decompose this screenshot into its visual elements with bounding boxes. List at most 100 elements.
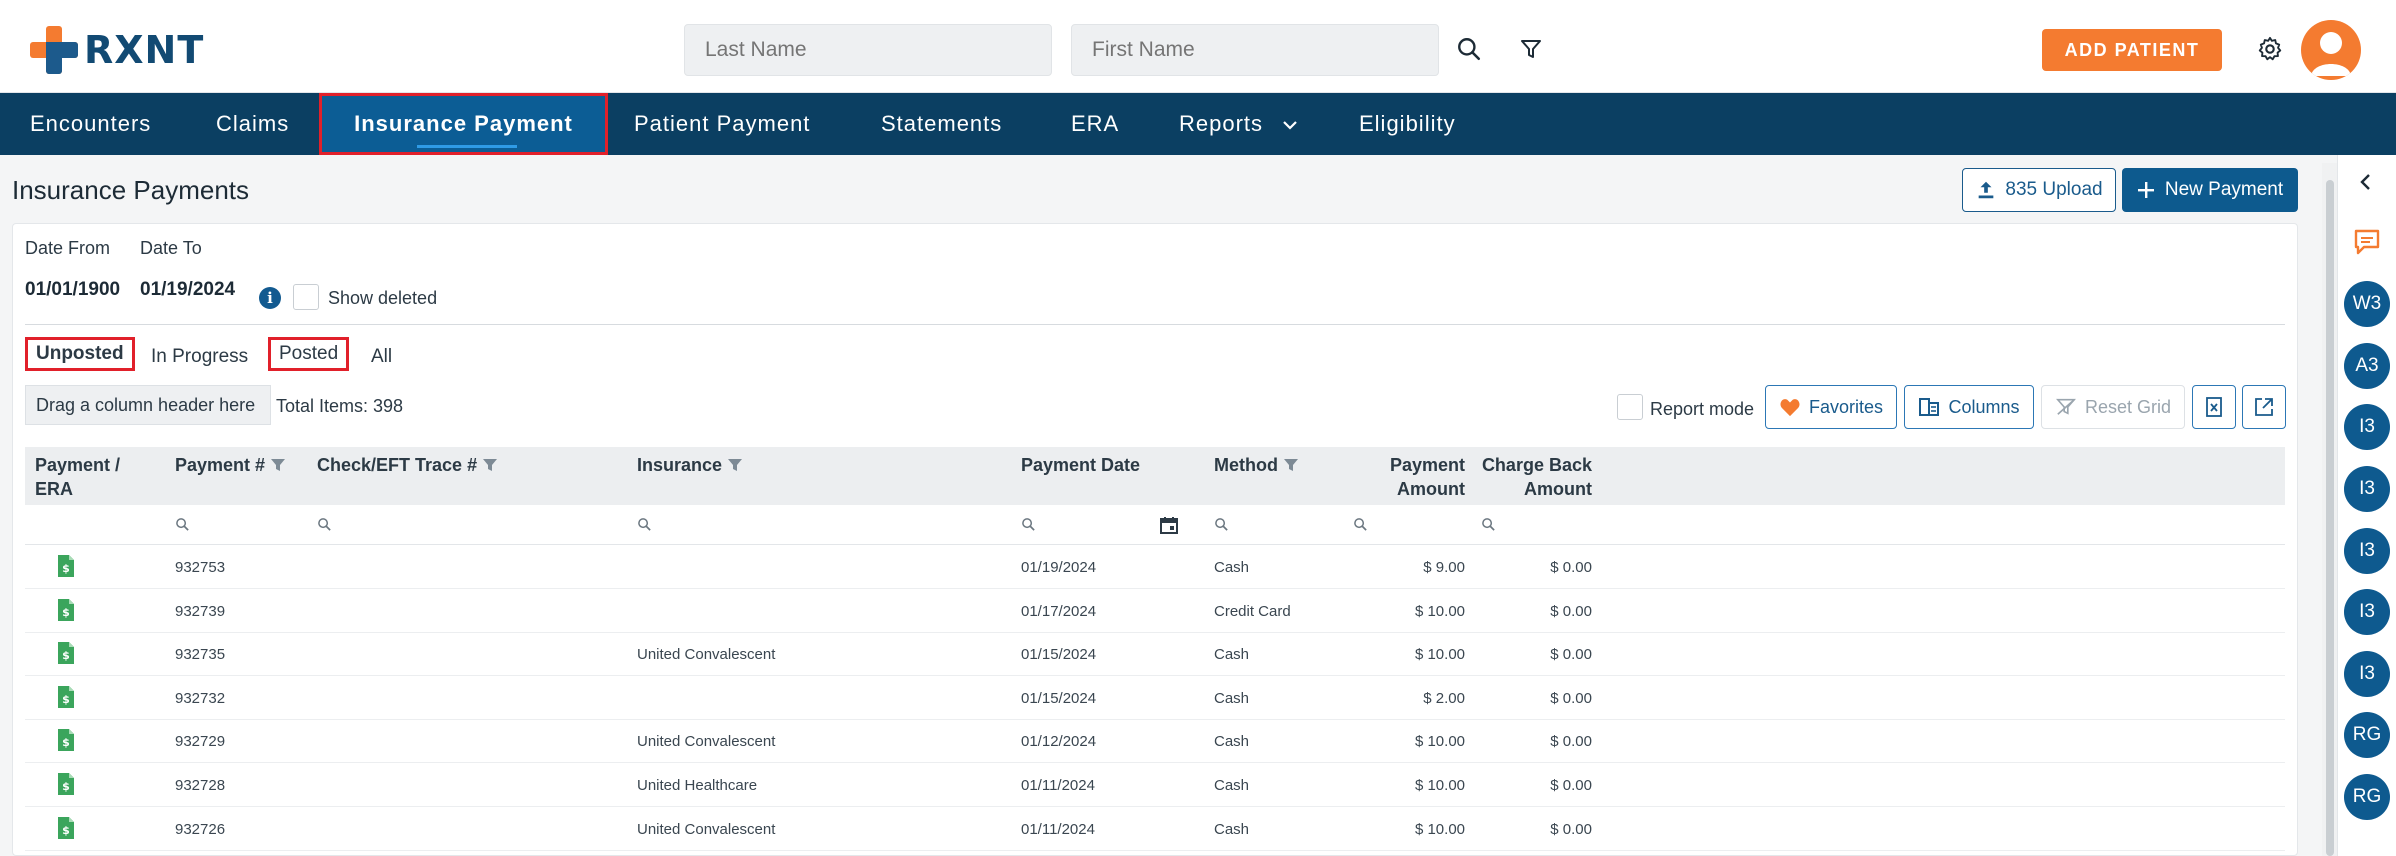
search-icon[interactable] — [1353, 517, 1368, 532]
column-filter-icon[interactable] — [270, 457, 286, 473]
col-check-eft[interactable]: Check/EFT Trace # — [317, 453, 498, 477]
search-icon[interactable] — [1214, 517, 1229, 532]
col-payment-no[interactable]: Payment # — [175, 453, 286, 477]
payment-document-icon[interactable]: $ — [57, 728, 75, 752]
info-icon[interactable]: i — [259, 287, 281, 309]
payment-date: 01/12/2024 — [1021, 733, 1097, 751]
user-session-bubble[interactable]: I3 — [2344, 528, 2390, 574]
table-row[interactable]: $932728 United Healthcare 01/11/2024 Cash $ … — [25, 764, 2285, 807]
nav-statements[interactable]: Statements — [881, 93, 1002, 155]
payment-document-icon[interactable]: $ — [57, 772, 75, 796]
search-icon[interactable] — [175, 517, 190, 532]
col-payment-date[interactable]: Payment Date — [1021, 453, 1140, 477]
table-row[interactable]: $932732 01/15/2024 Cash $ 2.00 $ 0.00 — [25, 677, 2285, 720]
charge-back-amount: $ 0.00 — [1550, 602, 1592, 620]
scrollbar-thumb[interactable] — [2326, 180, 2334, 856]
svg-text:$: $ — [62, 693, 70, 706]
payment-document-icon[interactable]: $ — [57, 816, 75, 840]
insurance-name: United Healthcare — [637, 777, 758, 794]
table-row[interactable]: $932729 United Convalescent 01/12/2024 Cash… — [25, 720, 2285, 764]
user-session-bubble[interactable]: I3 — [2344, 589, 2390, 635]
reset-grid-button[interactable]: Reset Grid — [2041, 385, 2185, 429]
report-mode-checkbox[interactable] — [1617, 394, 1643, 420]
group-drop-zone[interactable]: Drag a column header here — [25, 385, 271, 425]
nav-patient-payment[interactable]: Patient Payment — [634, 93, 810, 155]
payment-date: 01/11/2024 — [1021, 777, 1095, 794]
col-payment-amount[interactable]: Payment Amount — [1365, 453, 1465, 501]
nav-era[interactable]: ERA — [1071, 93, 1119, 155]
tab-posted[interactable]: Posted — [268, 337, 350, 371]
chat-icon[interactable] — [2352, 227, 2384, 257]
table-row[interactable]: $932735 United Convalescent 01/15/2024 Cash… — [25, 633, 2285, 677]
reset-filter-icon — [2055, 398, 2076, 415]
user-session-bubble[interactable]: I3 — [2344, 651, 2390, 697]
svg-text:$: $ — [62, 649, 70, 662]
user-session-bubble[interactable]: RG — [2344, 712, 2390, 758]
search-icon[interactable] — [1481, 517, 1496, 532]
payment-amount: $ 10.00 — [1414, 777, 1465, 794]
table-row[interactable]: $932726 United Convalescent 01/11/2024 Cash… — [25, 808, 2285, 851]
col-insurance-label: Insurance — [637, 455, 723, 475]
new-payment-button[interactable]: New Payment — [2122, 168, 2298, 212]
payment-document-icon[interactable]: $ — [57, 554, 75, 578]
table-row[interactable]: $932753 01/19/2024 Cash $ 9.00 $ 0.00 — [25, 546, 2285, 589]
export-excel-button[interactable] — [2192, 385, 2236, 429]
nav-eligibility[interactable]: Eligibility — [1359, 93, 1456, 155]
heart-icon — [1780, 399, 1800, 417]
col-method[interactable]: Method — [1214, 453, 1299, 477]
search-icon[interactable] — [1021, 517, 1036, 532]
chevron-left-icon[interactable] — [2358, 173, 2374, 191]
col-charge-back[interactable]: Charge Back Amount — [1465, 453, 1592, 501]
charge-back-amount: $ 0.00 — [1550, 733, 1592, 751]
column-filter-icon[interactable] — [727, 457, 743, 473]
last-name-input[interactable] — [684, 24, 1052, 76]
tab-all[interactable]: All — [371, 340, 392, 374]
payment-method: Cash — [1214, 559, 1250, 576]
nav-reports[interactable]: Reports — [1179, 93, 1298, 155]
payment-method: Cash — [1214, 820, 1250, 838]
search-icon[interactable] — [637, 517, 652, 532]
payment-document-icon[interactable]: $ — [57, 598, 75, 622]
calendar-icon[interactable] — [1159, 515, 1179, 535]
column-filter-icon[interactable] — [482, 457, 498, 473]
user-session-bubble[interactable]: W3 — [2344, 281, 2390, 327]
rxnt-logo[interactable]: RXNT — [30, 26, 204, 74]
payment-date: 01/15/2024 — [1021, 646, 1097, 664]
date-from-value[interactable]: 01/01/1900 — [25, 279, 120, 301]
payment-document-icon[interactable]: $ — [57, 685, 75, 709]
show-deleted-checkbox[interactable] — [293, 284, 319, 310]
columns-button[interactable]: Columns — [1904, 385, 2034, 429]
gear-icon[interactable] — [2251, 30, 2289, 68]
add-patient-button[interactable]: ADD PATIENT — [2042, 29, 2222, 71]
table-row[interactable]: $932739 01/17/2024 Credit Card $ 10.00 $ 0.0… — [25, 590, 2285, 633]
user-session-bubble[interactable]: I3 — [2344, 404, 2390, 450]
upload-835-button[interactable]: 835 Upload — [1962, 168, 2116, 212]
column-filter-icon[interactable] — [1283, 457, 1299, 473]
svg-text:$: $ — [62, 606, 70, 619]
logo-mark-icon — [30, 26, 78, 74]
nav-claims[interactable]: Claims — [216, 93, 289, 155]
payment-number: 932739 — [175, 602, 226, 620]
favorites-label: Favorites — [1808, 396, 1884, 417]
col-payment-era[interactable]: Payment / ERA — [35, 453, 125, 501]
user-session-bubble[interactable]: I3 — [2344, 466, 2390, 512]
filter-icon[interactable] — [1512, 30, 1550, 68]
tab-unposted[interactable]: Unposted — [25, 337, 135, 371]
nav-insurance-payment[interactable]: Insurance Payment — [319, 93, 608, 155]
date-from-label: Date From — [25, 238, 111, 258]
search-icon[interactable] — [317, 517, 332, 532]
user-session-bubble[interactable]: RG — [2344, 774, 2390, 820]
user-session-bubble[interactable]: A3 — [2344, 343, 2390, 389]
export-icon — [2255, 398, 2273, 416]
user-avatar[interactable] — [2301, 20, 2361, 80]
date-to-value[interactable]: 01/19/2024 — [140, 279, 235, 301]
search-icon[interactable] — [1450, 30, 1488, 68]
export-button[interactable] — [2242, 385, 2286, 429]
tab-in-progress[interactable]: In Progress — [151, 340, 248, 374]
grid-filter-row — [25, 505, 2285, 545]
col-insurance[interactable]: Insurance — [637, 453, 743, 477]
payment-document-icon[interactable]: $ — [57, 641, 75, 665]
nav-encounters[interactable]: Encounters — [30, 93, 151, 155]
first-name-input[interactable] — [1071, 24, 1439, 76]
favorites-button[interactable]: Favorites — [1765, 385, 1897, 429]
